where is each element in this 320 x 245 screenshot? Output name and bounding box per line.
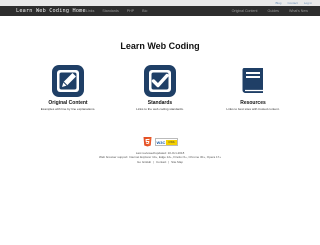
check-square-icon <box>144 65 176 97</box>
feature-description: Links to the web coding standards. <box>136 107 184 111</box>
nav-left-group: Links Standards PHP Bio <box>86 6 147 16</box>
nav-item-original-content[interactable]: Original Content <box>232 6 258 16</box>
html5-logo-icon[interactable] <box>143 137 152 147</box>
feature-standards[interactable]: Standards Links to the web coding standa… <box>110 63 210 111</box>
nav-item-bio[interactable]: Bio <box>142 6 147 16</box>
page-title: Learn Web Coding <box>120 41 200 51</box>
nav-item-links[interactable]: Links <box>86 6 94 16</box>
footer-separator: | <box>153 160 154 164</box>
pencil-square-icon <box>52 65 84 97</box>
w3c-label: W3C <box>156 139 166 145</box>
css-label: CSS <box>166 139 177 145</box>
feature-description: Examples with line by line explanations. <box>40 107 96 111</box>
feature-description: Links to best sites with trusted content… <box>226 107 280 111</box>
validation-badges: W3C CSS <box>0 137 320 147</box>
w3c-css-badge[interactable]: W3C CSS <box>154 138 178 146</box>
brand-home-link[interactable]: Learn Web Coding Home <box>16 6 86 16</box>
feature-title: Resources <box>240 100 266 106</box>
main-navbar: Learn Web Coding Home Links Standards PH… <box>0 6 320 16</box>
nav-right-group: Original Content Guides What's New <box>232 6 308 16</box>
feature-title: Original Content <box>48 100 88 106</box>
nav-item-php[interactable]: PHP <box>127 6 134 16</box>
feature-original-content[interactable]: Original Content Examples with line by l… <box>18 63 118 111</box>
book-icon <box>242 68 263 93</box>
nav-item-standards[interactable]: Standards <box>102 6 118 16</box>
feature-resources[interactable]: Resources Links to best sites with trust… <box>203 63 303 111</box>
footer-link-site-map[interactable]: Site Map <box>171 160 183 164</box>
footer-link-github[interactable]: Go GitHub <box>137 160 151 164</box>
footer-links: Go GitHub | Contact | Site Map <box>0 160 320 164</box>
footer-link-contact[interactable]: Contact <box>156 160 166 164</box>
nav-item-whats-new[interactable]: What's New <box>289 6 308 16</box>
nav-item-guides[interactable]: Guides <box>268 6 279 16</box>
browser-support-text: Web browser support: Internet Explorer 1… <box>98 155 222 159</box>
footer-separator: | <box>168 160 170 164</box>
feature-title: Standards <box>147 100 173 106</box>
